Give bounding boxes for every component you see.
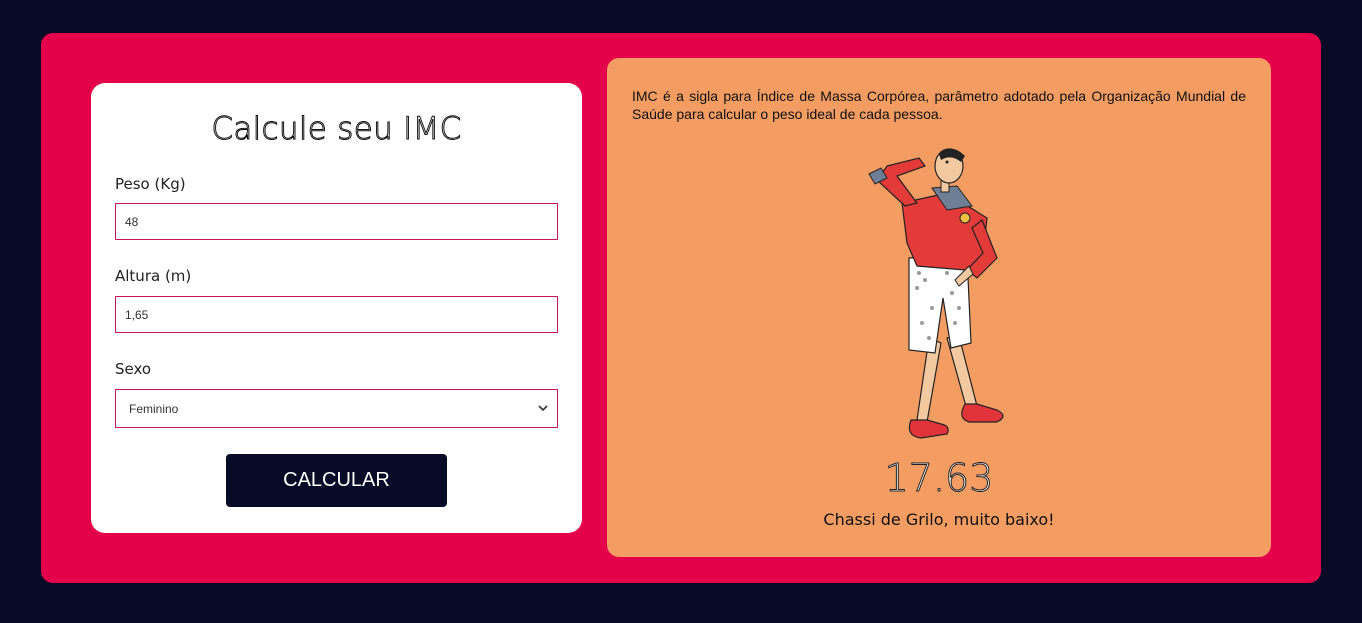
calculate-button[interactable]: CALCULAR	[226, 454, 447, 507]
weight-input-value: 48	[125, 214, 139, 229]
weight-label: Peso (Kg)	[115, 175, 186, 193]
height-input[interactable]: 1,65	[115, 296, 558, 333]
height-label: Altura (m)	[115, 267, 192, 285]
info-card: IMC é a sigla para Índice de Massa Corpó…	[607, 58, 1271, 557]
imc-description: IMC é a sigla para Índice de Massa Corpó…	[632, 88, 1246, 122]
sex-label: Sexo	[115, 360, 152, 378]
sex-select[interactable]: Feminino	[115, 389, 558, 428]
bmi-result-value: 17.63	[884, 456, 994, 501]
form-title: Calcule seu IMC	[211, 111, 462, 148]
main-container: Calcule seu IMC Peso (Kg) 48 Altura (m) …	[41, 33, 1321, 583]
height-input-value: 1,65	[125, 307, 149, 322]
chevron-down-icon	[537, 403, 549, 415]
imc-form-card: Calcule seu IMC Peso (Kg) 48 Altura (m) …	[91, 83, 582, 533]
sex-select-value: Feminino	[129, 401, 179, 416]
bmi-result-message: Chassi de Grilo, muito baixo!	[823, 510, 1055, 529]
weight-input[interactable]: 48	[115, 203, 558, 240]
olive-oyl-illustration	[847, 148, 1037, 448]
